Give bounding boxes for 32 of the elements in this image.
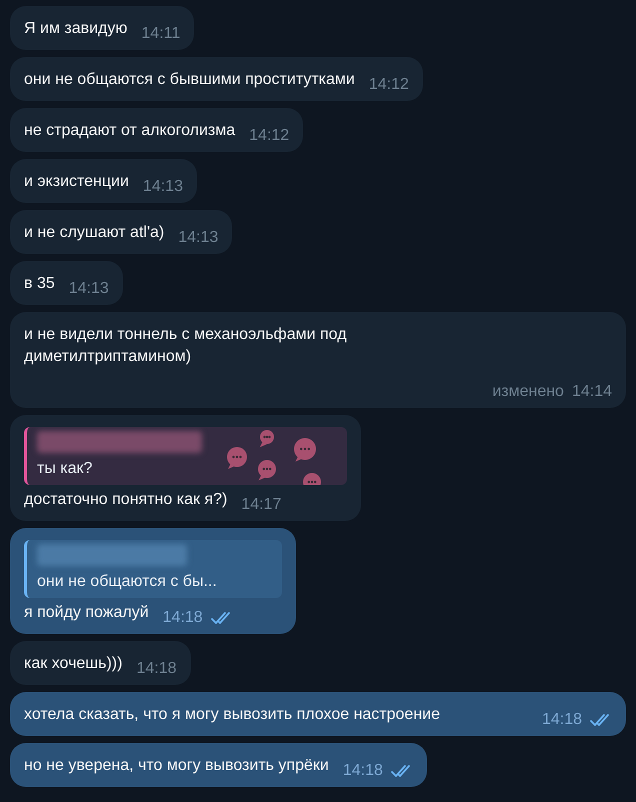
double-check-icon — [210, 612, 233, 624]
message-text: они не общаются с бывшими проститутками — [24, 70, 355, 90]
message-time: 14:18 — [136, 659, 176, 679]
message-time: 14:12 — [249, 126, 290, 146]
message-time: 14:11 — [141, 24, 180, 44]
message-text: достаточно понятно как я?) — [24, 490, 228, 510]
message-time: 14:17 — [241, 495, 282, 515]
quote-text: ты как? — [37, 459, 94, 479]
message-time: 14:12 — [368, 75, 409, 95]
message-time: 14:13 — [68, 279, 109, 299]
message-text: и не видели тоннель с механоэльфами под диметилтриптамином) — [24, 325, 348, 367]
reply-quote[interactable]: они не общаются с бы... — [24, 540, 282, 598]
message-time: 14:13 — [142, 177, 183, 197]
double-check-icon — [390, 765, 413, 777]
message-text: как хочешь))) — [24, 654, 122, 674]
message-time: 14:18 — [542, 710, 582, 730]
message-text: хотела сказать, что я могу вывозить плохое настроение — [24, 705, 441, 725]
message-text: я пойду пожалуй — [24, 603, 149, 623]
message-text: Я им завидую — [24, 19, 128, 39]
message-time: 14:14 — [572, 382, 612, 402]
message-text: не страдают от алкоголизма — [24, 121, 236, 141]
message-text: и не слушают atl'a) — [24, 223, 164, 243]
reply-quote[interactable]: ты как? — [24, 427, 347, 485]
message-time: 14:18 — [342, 761, 383, 781]
message-text: в 35 — [24, 274, 55, 294]
edited-label: изменено — [492, 382, 564, 402]
quote-text: они не общаются с бы... — [37, 572, 218, 592]
double-check-icon — [590, 714, 612, 726]
message-text: но не уверена, что могу вывозить упрёки — [24, 756, 329, 776]
message-time: 14:18 — [162, 608, 203, 628]
message-text: и экзистенции — [24, 172, 129, 192]
message-time: 14:13 — [178, 228, 218, 248]
